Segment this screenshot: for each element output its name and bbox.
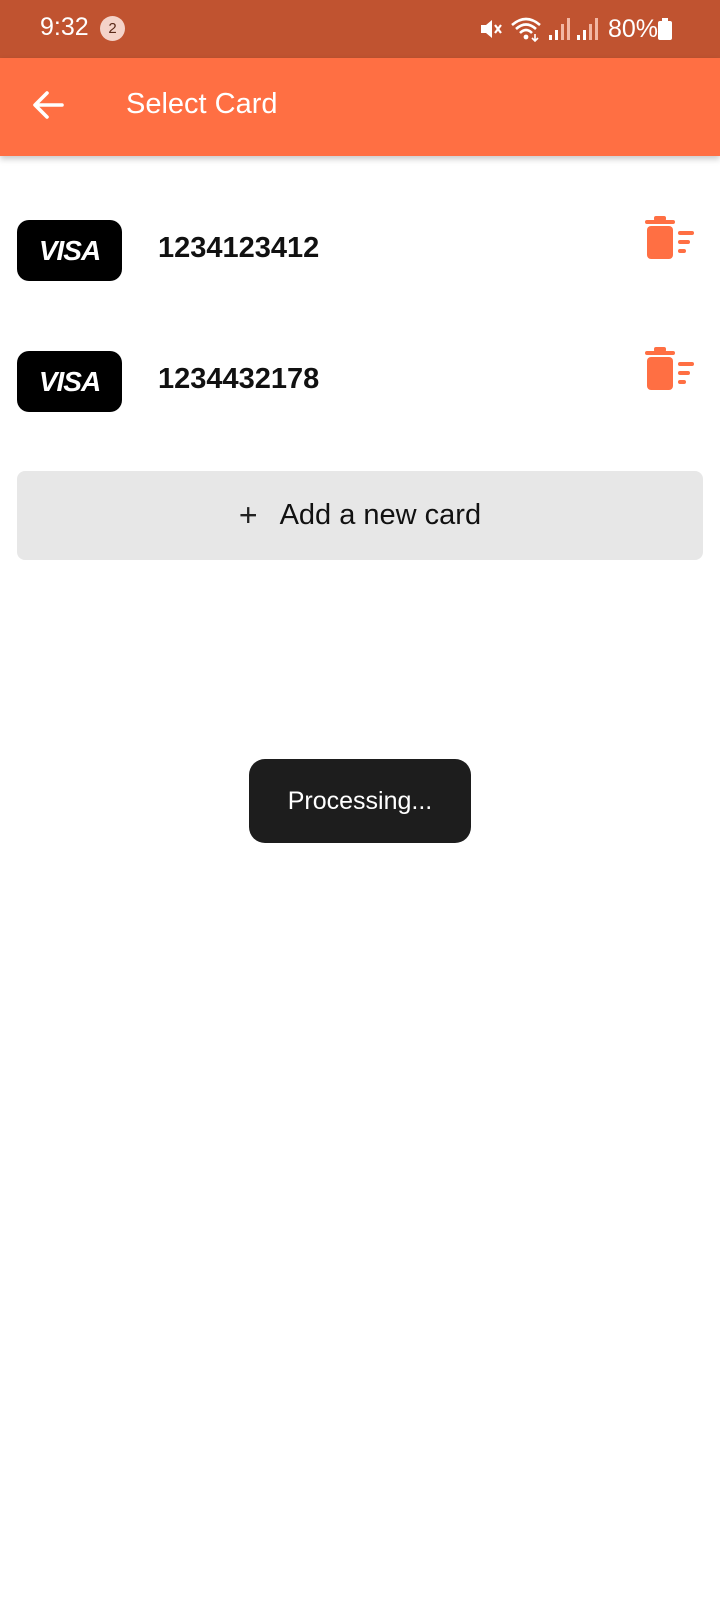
card-item[interactable]: VISA 1234432178 [0,347,720,415]
status-icons: 80% [478,14,658,44]
page-title: Select Card [126,88,278,120]
card-number: 1234123412 [158,232,320,264]
battery-icon [658,18,672,45]
plus-icon: + [238,497,258,533]
delete-card-button[interactable] [644,216,700,264]
visa-logo: VISA [17,351,122,412]
mute-icon [478,16,504,42]
signal-icon [576,17,598,41]
toast-message: Processing... [287,786,433,815]
card-number: 1234432178 [158,363,320,395]
status-bar: 9:32 2 80% [0,0,720,58]
add-card-button[interactable]: + Add a new card [17,471,703,560]
notification-count-badge: 2 [100,16,125,41]
signal-icon [548,17,570,41]
card-item[interactable]: VISA 1234123412 [0,216,720,284]
toast: Processing... [249,759,471,843]
wifi-icon [510,16,542,42]
delete-card-button[interactable] [644,347,700,395]
delete-sweep-icon [644,216,700,268]
visa-logo: VISA [17,220,122,281]
battery-percent: 80% [607,14,658,43]
app-bar: Select Card [0,58,720,156]
back-button[interactable] [26,87,70,127]
arrow-left-icon [32,90,64,125]
add-card-label: Add a new card [279,499,482,531]
status-time: 9:32 [40,13,89,41]
delete-sweep-icon [644,347,700,399]
